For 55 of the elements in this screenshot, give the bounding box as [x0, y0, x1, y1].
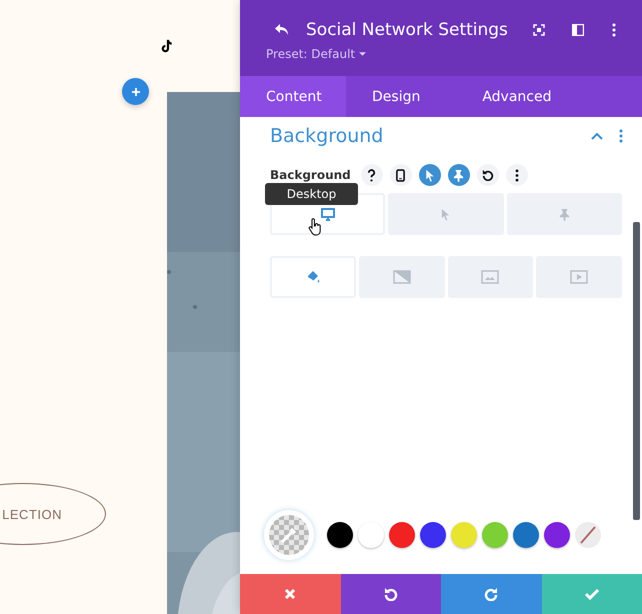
expand-icon[interactable]: [533, 24, 545, 36]
redo-icon: [484, 587, 498, 601]
help-icon: [367, 168, 376, 182]
desktop-tooltip: Desktop: [265, 183, 358, 205]
color-swatch[interactable]: [544, 522, 570, 548]
check-icon: [584, 588, 599, 600]
collection-button[interactable]: LECTION: [0, 483, 106, 545]
more-icon[interactable]: [619, 129, 623, 143]
add-button[interactable]: [122, 78, 149, 105]
tab[interactable]: Advanced: [456, 76, 578, 117]
section-title: Background: [270, 125, 384, 147]
no-color-swatch[interactable]: [575, 522, 601, 548]
tab[interactable]: Design: [346, 76, 446, 117]
color-swatch[interactable]: [451, 522, 477, 548]
more-button[interactable]: [506, 164, 528, 186]
paint-bucket-icon: [306, 270, 320, 284]
color-swatch[interactable]: [420, 522, 446, 548]
reset-button[interactable]: [476, 164, 499, 186]
back-icon[interactable]: [274, 23, 290, 37]
reset-icon: [482, 169, 494, 181]
scrollbar[interactable]: [633, 222, 640, 520]
panel-title: Social Network Settings: [306, 20, 508, 40]
cursor-icon: [424, 168, 435, 182]
pin-icon: [558, 208, 570, 220]
field-label: Background: [270, 168, 351, 182]
caret-icon: [359, 52, 366, 56]
more-icon[interactable]: [612, 23, 616, 37]
video-icon: [570, 270, 588, 284]
image-icon: [481, 270, 500, 284]
tab[interactable]: Content: [240, 76, 346, 117]
undo-icon: [384, 587, 398, 601]
color-swatch[interactable]: [358, 522, 384, 548]
music-note-icon[interactable]: [159, 38, 173, 54]
color-swatch[interactable]: [389, 522, 415, 548]
plus-icon: [130, 86, 140, 96]
layout-icon[interactable]: [572, 24, 584, 36]
responsive-button[interactable]: [390, 164, 412, 186]
monitor-icon: [320, 208, 335, 220]
gradient-icon: [392, 270, 411, 284]
more-icon: [514, 168, 519, 182]
hand-cursor-icon: [308, 218, 322, 236]
preset-dropdown[interactable]: Preset: Default: [266, 47, 366, 61]
close-icon: [284, 588, 296, 600]
cursor-icon: [441, 208, 450, 220]
hover-button[interactable]: [418, 164, 441, 186]
color-swatch[interactable]: [513, 522, 539, 548]
color-picker-button[interactable]: [264, 510, 314, 560]
phone-icon: [396, 168, 406, 182]
help-button[interactable]: [360, 164, 383, 186]
color-swatch[interactable]: [327, 522, 353, 548]
color-swatch[interactable]: [482, 522, 508, 548]
chevron-icon[interactable]: [591, 132, 603, 140]
pin-icon: [453, 168, 464, 182]
undo-button[interactable]: [340, 574, 441, 614]
sticky-button[interactable]: [448, 164, 470, 186]
